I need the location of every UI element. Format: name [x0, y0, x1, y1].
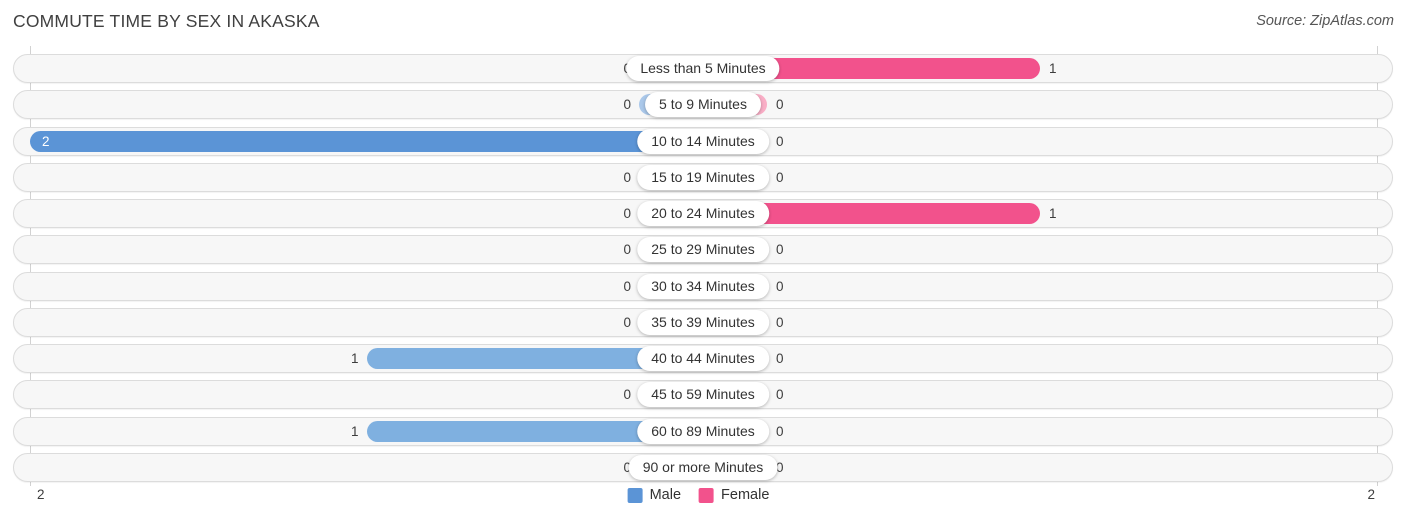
value-label-female: 1	[1049, 61, 1057, 76]
category-label: 15 to 19 Minutes	[637, 164, 769, 190]
category-label: 35 to 39 Minutes	[637, 309, 769, 335]
value-label-male: 1	[350, 351, 359, 367]
value-label-female: 0	[776, 169, 784, 185]
value-label-female: 1	[1049, 206, 1057, 222]
page-title: COMMUTE TIME BY SEX IN AKASKA	[13, 11, 320, 31]
table-row[interactable]: 0 0 5 to 9 Minutes	[0, 90, 1406, 120]
table-row[interactable]: 1 0 60 to 89 Minutes	[0, 416, 1406, 446]
value-label-male: 0	[623, 278, 631, 294]
value-label-male: 0	[623, 242, 631, 258]
legend-item-female[interactable]: Female	[699, 487, 769, 503]
category-label: Less than 5 Minutes	[626, 56, 780, 81]
table-row[interactable]: 0 0 90 or more Minutes	[0, 452, 1406, 482]
category-label: 25 to 29 Minutes	[637, 237, 769, 263]
value-label-male: 0	[623, 169, 631, 185]
axis-tick-left: 2	[37, 487, 45, 502]
table-row[interactable]: 0 0 15 to 19 Minutes	[0, 162, 1406, 192]
value-label-female: 0	[776, 314, 784, 330]
table-row[interactable]: 0 0 30 to 34 Minutes	[0, 271, 1406, 301]
category-label: 20 to 24 Minutes	[637, 201, 769, 227]
table-row[interactable]: 1 0 40 to 44 Minutes	[0, 344, 1406, 374]
legend-swatch-female-icon	[699, 487, 715, 503]
value-label-female: 0	[776, 97, 784, 113]
axis-tick-right: 2	[1367, 487, 1375, 502]
value-label-male: 0	[623, 97, 631, 113]
legend-label-male: Male	[649, 487, 682, 503]
chart-legend: Male Female	[627, 487, 779, 503]
value-label-female: 0	[776, 351, 784, 367]
value-label-male: 0	[623, 206, 631, 222]
chart-plot-area: 01Less than 5 Minutes005 to 9 Minutes201…	[0, 46, 1406, 486]
category-label: 90 or more Minutes	[628, 454, 778, 480]
chart-footer: 2 2 Male Female	[0, 482, 1406, 523]
source-attribution: Source: ZipAtlas.com	[1256, 13, 1394, 29]
category-label: 5 to 9 Minutes	[645, 92, 761, 118]
value-label-female: 0	[776, 423, 784, 439]
table-row[interactable]: 01Less than 5 Minutes	[0, 54, 1406, 83]
value-label-male: 0	[623, 387, 631, 403]
value-label-female: 0	[776, 242, 784, 258]
category-label: 60 to 89 Minutes	[637, 418, 769, 444]
legend-swatch-male-icon	[627, 487, 643, 503]
table-row[interactable]: 2 0 10 to 14 Minutes	[0, 126, 1406, 156]
value-label-male: 0	[623, 314, 631, 330]
legend-item-male[interactable]: Male	[627, 487, 682, 503]
value-label-male: 2	[42, 133, 50, 149]
bar-male[interactable]	[30, 130, 703, 152]
category-label: 45 to 59 Minutes	[637, 382, 769, 408]
category-label: 10 to 14 Minutes	[637, 128, 769, 154]
value-label-female: 0	[776, 387, 784, 403]
category-label: 40 to 44 Minutes	[637, 346, 769, 372]
table-row[interactable]: 0 0 25 to 29 Minutes	[0, 235, 1406, 265]
table-row[interactable]: 0 0 45 to 59 Minutes	[0, 380, 1406, 410]
legend-label-female: Female	[721, 487, 770, 503]
value-label-female: 0	[776, 278, 784, 294]
value-label-male: 1	[350, 423, 359, 439]
value-label-female: 0	[776, 133, 784, 149]
table-row[interactable]: 0 0 35 to 39 Minutes	[0, 307, 1406, 337]
table-row[interactable]: 0 1 20 to 24 Minutes	[0, 199, 1406, 229]
category-label: 30 to 34 Minutes	[637, 273, 769, 299]
chart-header: COMMUTE TIME BY SEX IN AKASKA Source: Zi…	[0, 0, 1406, 46]
